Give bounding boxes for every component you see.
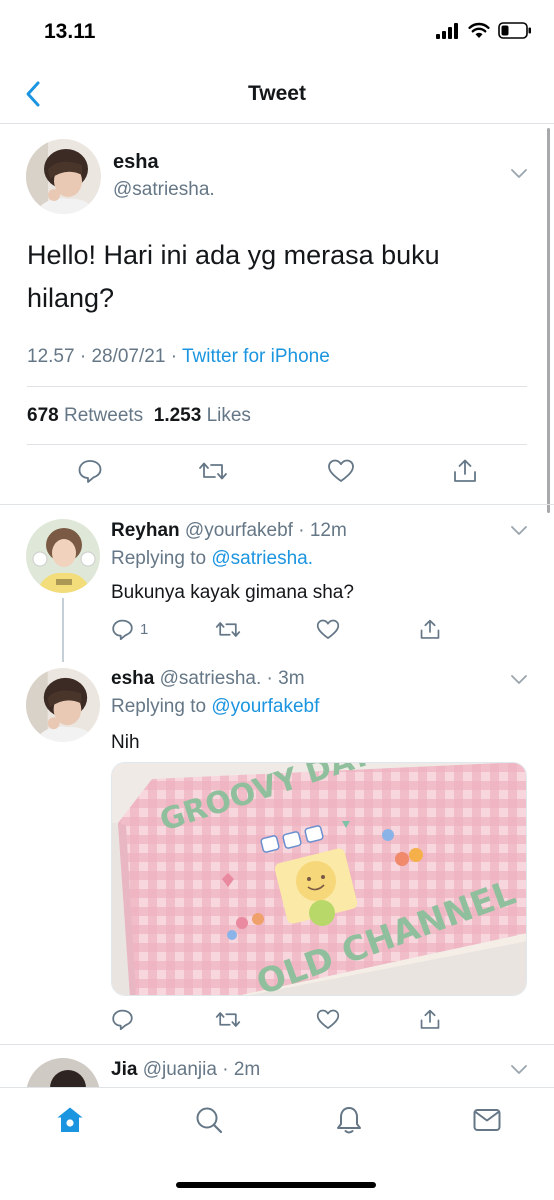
main-tweet: esha @satriesha. Hello! Hari ini ada yg … [0,124,554,505]
heart-icon [328,459,354,482]
author-handle[interactable]: @satriesha. [113,179,215,201]
battery-icon [498,22,531,39]
heart-icon [316,619,340,639]
share-button[interactable] [452,458,478,484]
reply-text: Nih [111,732,140,753]
retweet-icon [215,1012,241,1027]
tweet-text: Hello! Hari ini ada yg merasa buku hilan… [27,240,440,313]
reply-header: Jia @juanjia · 2m [111,1059,260,1081]
divider [27,386,527,387]
messages-icon [473,1109,501,1131]
reply-author-name[interactable]: Jia [111,1059,137,1080]
reply-author-name[interactable]: esha [111,668,154,689]
reply-text: Bukunya kayak gimana sha? [111,582,354,603]
chevron-down-icon[interactable] [510,1064,528,1076]
reply-time: 2m [233,1059,261,1080]
replying-to: Replying to @yourfakebf [111,696,319,718]
meta-separator: · [216,1059,234,1080]
retweet-count: 678 [27,405,59,426]
retweet-label: Retweets [63,405,144,426]
reply-icon [112,619,133,641]
reply-button[interactable]: 1 [111,618,148,641]
share-button[interactable] [419,618,441,641]
status-icons [436,22,532,39]
replying-prefix: Replying to [111,696,207,717]
share-icon [420,1009,440,1029]
reply-button[interactable] [77,458,103,484]
reply-author-handle[interactable]: @juanjia [143,1059,217,1080]
reply-header: Reyhan @yourfakebf · 12m [111,520,347,542]
status-bar: 13.11 [0,0,554,62]
tweet-stats: 678 Retweets 1.253 Likes [27,405,251,427]
nav-bar: Tweet [0,62,554,124]
tweet-source[interactable]: Twitter for iPhone [182,346,330,367]
like-label: Likes [206,405,251,426]
replying-to: Replying to @satriesha. [111,548,313,570]
meta-separator: · [170,346,182,367]
share-icon [454,459,476,482]
retweets-stat[interactable]: 678 Retweets [27,405,143,426]
reply-time: 12m [309,520,347,541]
retweet-icon [215,622,241,637]
replying-to-handle[interactable]: @satriesha. [211,548,313,569]
divider [0,1044,554,1045]
chevron-down-icon[interactable] [510,525,528,537]
reply-button[interactable] [111,1008,134,1031]
reply-header: esha @satriesha. · 3m [111,668,305,690]
page-title: Tweet [248,82,306,105]
thread-line [62,598,64,662]
reply-actions [0,1006,554,1034]
reply-icon [112,1009,133,1031]
tab-search[interactable] [193,1104,225,1136]
retweet-button[interactable] [215,618,241,641]
avatar[interactable] [26,139,101,214]
avatar[interactable] [26,668,100,742]
tweet-meta: 12.57 · 28/07/21 · Twitter for iPhone [27,346,330,368]
notifications-icon [337,1107,361,1134]
chevron-down-icon[interactable] [510,168,528,180]
reply-author-handle[interactable]: @satriesha. [160,668,262,689]
reply-time: 3m [278,668,305,689]
reply-count: 1 [140,621,149,638]
meta-separator: · [292,520,310,541]
retweet-button[interactable] [215,1008,241,1031]
replying-to-handle[interactable]: @yourfakebf [211,696,319,717]
author-name[interactable]: esha [113,151,159,174]
share-icon [420,619,440,639]
like-button[interactable] [316,1008,340,1031]
tab-home[interactable] [54,1104,86,1136]
share-button[interactable] [419,1008,441,1031]
retweet-icon [199,462,227,480]
reply-actions: 1 [0,616,554,644]
chevron-down-icon[interactable] [510,674,528,686]
divider [27,444,527,445]
meta-separator: · [261,668,279,689]
search-icon [196,1107,223,1134]
replying-prefix: Replying to [111,548,207,569]
reply-icon [78,460,102,483]
meta-separator: · [79,346,92,367]
likes-stat[interactable]: 1.253 Likes [154,405,251,426]
status-time: 13.11 [44,20,96,43]
reply-author-name[interactable]: Reyhan [111,520,180,541]
tab-messages[interactable] [471,1104,503,1136]
tab-notifications[interactable] [333,1104,365,1136]
tweet-time: 12.57 [27,346,75,367]
tweet-media-image[interactable]: GROOVY DAYS OLD CHANNEL [111,762,527,996]
retweet-button[interactable] [198,458,228,484]
wifi-icon [468,22,490,38]
heart-icon [316,1009,340,1029]
tweet-actions [0,458,554,488]
home-indicator[interactable] [176,1182,376,1188]
reply-author-handle[interactable]: @yourfakebf [185,520,293,541]
like-button[interactable] [327,458,355,484]
tweet-date: 28/07/21 [91,346,166,367]
like-button[interactable] [316,618,340,641]
signal-icon [436,22,458,39]
avatar[interactable] [26,519,100,593]
home-icon [57,1107,83,1132]
like-count: 1.253 [153,405,202,426]
